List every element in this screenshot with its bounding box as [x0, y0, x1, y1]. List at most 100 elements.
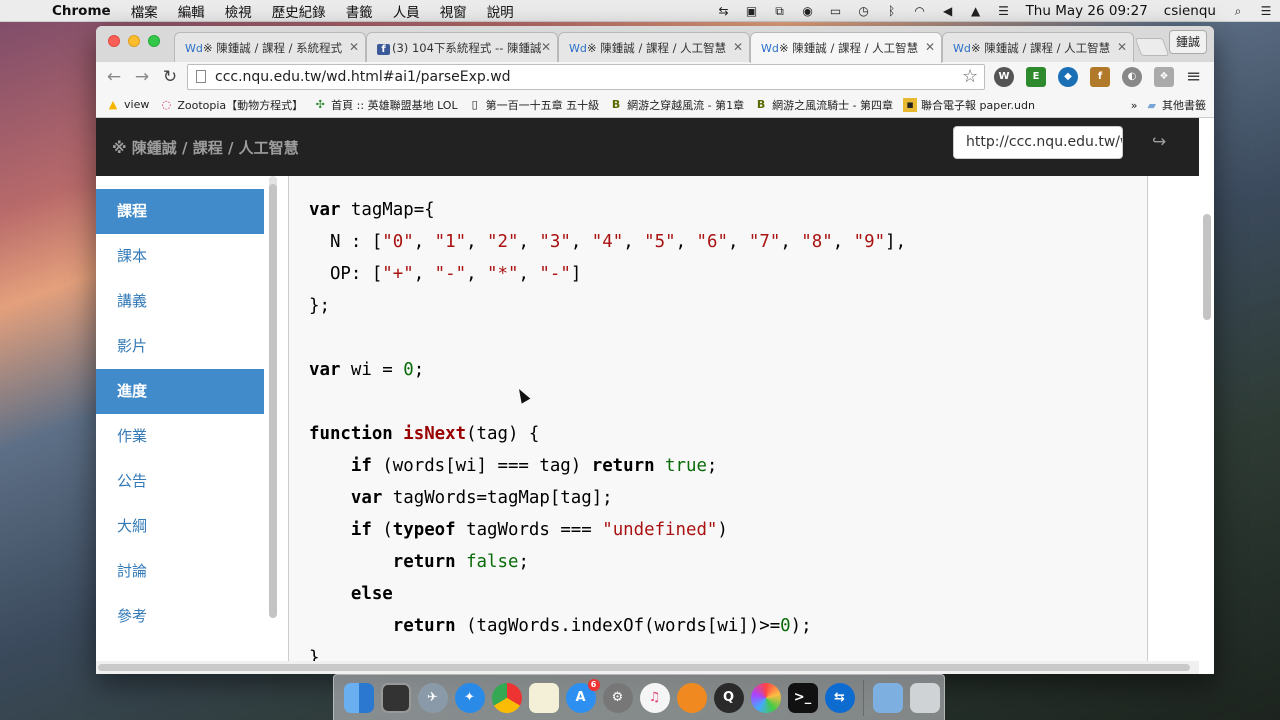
- web-page: ※ 陳鍾誠 / 課程 / 人工智慧 http://ccc.nqu.edu.tw/…: [96, 118, 1214, 674]
- close-tab-icon[interactable]: ✕: [541, 40, 551, 54]
- safari-icon[interactable]: ✦: [454, 682, 485, 713]
- screen-share-icon[interactable]: ⧉: [772, 4, 788, 19]
- sidebar-item-outline[interactable]: 大綱: [96, 504, 264, 549]
- code-line: var tagMap={: [309, 200, 435, 220]
- profile-button[interactable]: 鍾誠: [1169, 30, 1207, 54]
- sidebar-item-textbook[interactable]: 課本: [96, 234, 264, 279]
- sidebar-item-progress[interactable]: 進度: [96, 369, 264, 414]
- other-bookmarks-folder[interactable]: 其他書籤: [1162, 97, 1206, 113]
- bookmark-novel-2[interactable]: B 網游之風流騎士 - 第四章: [754, 97, 893, 113]
- reload-icon[interactable]: ↻: [160, 67, 180, 87]
- airplay-icon[interactable]: ▭: [828, 4, 844, 19]
- chrome-menu-icon[interactable]: ≡: [1186, 66, 1201, 87]
- address-bar[interactable]: ccc.nqu.edu.tw/wd.html#ai1/parseExp.wd: [187, 64, 985, 90]
- trash-icon[interactable]: [909, 682, 940, 713]
- page-horizontal-scrollbar[interactable]: [96, 661, 1199, 674]
- proxy-extension-icon[interactable]: ◐: [1122, 67, 1142, 87]
- tab-ai-1[interactable]: Wd※ 陳鍾誠 / 課程 / 人工智慧 ✕: [558, 32, 750, 62]
- input-flag-icon[interactable]: ☰: [996, 4, 1012, 19]
- sidebar-item-announcements[interactable]: 公告: [96, 459, 264, 504]
- menu-edit[interactable]: 編輯: [168, 1, 215, 21]
- launchpad-icon[interactable]: ✈: [417, 682, 448, 713]
- menu-file[interactable]: 檔案: [121, 1, 168, 21]
- folder-icon[interactable]: [872, 682, 903, 713]
- sidebar-item-discussion[interactable]: 討論: [96, 549, 264, 594]
- edu-extension-icon[interactable]: E: [1026, 67, 1046, 87]
- tab-systems-programming[interactable]: Wd※ 陳鍾誠 / 課程 / 系統程式 ✕: [174, 32, 366, 62]
- tab-ai-3[interactable]: Wd※ 陳鍾誠 / 課程 / 人工智慧 ✕: [942, 32, 1134, 62]
- appstore-icon[interactable]: A6: [565, 678, 600, 713]
- teamviewer-status-icon[interactable]: ⇆: [716, 4, 732, 19]
- page-vertical-scrollbar[interactable]: [1199, 176, 1214, 674]
- bookmarks-more-button[interactable]: »: [1131, 99, 1138, 112]
- zoom-window-button[interactable]: [148, 35, 160, 47]
- tab-facebook[interactable]: f (3) 104下系統程式 -- 陳鍾誠 ✕: [366, 32, 558, 62]
- share-icon[interactable]: ↪: [1152, 132, 1166, 152]
- forward-arrow-icon[interactable]: →: [132, 67, 152, 87]
- site-brand[interactable]: ※ 陳鍾誠 / 課程 / 人工智慧: [112, 137, 299, 158]
- teamviewer-icon[interactable]: ⇆: [824, 682, 855, 713]
- close-tab-icon[interactable]: ✕: [733, 40, 743, 54]
- bookmark-paper[interactable]: ▪ 聯合電子報 paper.udn: [903, 97, 1035, 113]
- close-tab-icon[interactable]: ✕: [349, 40, 359, 54]
- preferences-icon[interactable]: ⚙: [602, 682, 633, 713]
- bluetooth-icon[interactable]: ᛒ: [884, 4, 900, 19]
- notes-icon[interactable]: [528, 682, 559, 713]
- time-machine-icon[interactable]: ◷: [856, 4, 872, 19]
- vpn-extension-icon[interactable]: ◆: [1058, 67, 1078, 87]
- photos-icon[interactable]: [750, 682, 781, 713]
- page-url-field[interactable]: http://ccc.nqu.edu.tw/wd.html#ai1/parseE…: [953, 126, 1123, 159]
- code-block-container: var tagMap={ N : ["0", "1", "2", "3", "4…: [288, 176, 1148, 674]
- dropbox-extension-icon[interactable]: ❖: [1154, 67, 1174, 87]
- sidebar-item-course[interactable]: 課程: [96, 189, 264, 234]
- menubar-user[interactable]: csienqu: [1156, 3, 1224, 19]
- bookmark-zootopia[interactable]: ◌ Zootopia【動物方程式】: [159, 97, 304, 113]
- menu-people[interactable]: 人員: [383, 1, 430, 21]
- page-scroll-thumb[interactable]: [1203, 214, 1211, 320]
- ibooks-icon[interactable]: [676, 682, 707, 713]
- activity-icon[interactable]: [380, 682, 411, 713]
- close-tab-icon[interactable]: ✕: [925, 40, 935, 54]
- menu-view[interactable]: 檢視: [215, 1, 262, 21]
- horizontal-scroll-thumb[interactable]: [98, 664, 1190, 671]
- sidebar-item-references[interactable]: 參考: [96, 594, 264, 639]
- record-icon[interactable]: ◉: [800, 4, 816, 19]
- notification-center-icon[interactable]: ☰: [1258, 4, 1274, 19]
- finder-icon[interactable]: [343, 682, 374, 713]
- quicktime-icon[interactable]: Q: [713, 682, 744, 713]
- sidebar-item-homework[interactable]: 作業: [96, 414, 264, 459]
- volume-icon[interactable]: ◀: [940, 4, 956, 19]
- menu-history[interactable]: 歷史紀錄: [262, 1, 336, 21]
- bookmark-star-icon[interactable]: ☆: [962, 66, 978, 87]
- paper-icon: ▪: [903, 97, 918, 112]
- tab-ai-active[interactable]: Wd※ 陳鍾誠 / 課程 / 人工智慧 ✕: [750, 32, 942, 63]
- menubar-clock[interactable]: Thu May 26 09:27: [1018, 3, 1156, 19]
- bookmark-view[interactable]: ▲ view: [106, 98, 150, 112]
- reader-extension-icon[interactable]: f: [1090, 67, 1110, 87]
- terminal-icon[interactable]: >_: [787, 682, 818, 713]
- wikipedia-extension-icon[interactable]: W: [994, 67, 1014, 87]
- back-arrow-icon[interactable]: ←: [104, 67, 124, 87]
- sidebar-item-lectures[interactable]: 講義: [96, 279, 264, 324]
- sidebar-scroll-thumb[interactable]: [269, 184, 277, 618]
- new-tab-button[interactable]: [1134, 38, 1170, 56]
- sidebar-scrollbar[interactable]: [269, 176, 277, 618]
- sidebar-item-videos[interactable]: 影片: [96, 324, 264, 369]
- menu-window[interactable]: 視窗: [430, 1, 477, 21]
- browser-toolbar: ← → ↻ ccc.nqu.edu.tw/wd.html#ai1/parseEx…: [96, 62, 1214, 92]
- menu-bookmarks[interactable]: 書籤: [336, 1, 383, 21]
- itunes-icon[interactable]: ♫: [639, 682, 670, 713]
- bookmark-novel-1[interactable]: B 網游之穿越風流 - 第1章: [609, 97, 744, 113]
- spotlight-search-icon[interactable]: ⌕: [1230, 4, 1246, 19]
- wifi-icon[interactable]: ◠: [912, 4, 928, 19]
- minimize-window-button[interactable]: [128, 35, 140, 47]
- chrome-icon[interactable]: [491, 682, 522, 713]
- menu-app-name[interactable]: Chrome: [42, 3, 121, 19]
- menu-help[interactable]: 說明: [477, 1, 524, 21]
- messages-status-icon[interactable]: ▣: [744, 4, 760, 19]
- close-window-button[interactable]: [108, 35, 120, 47]
- eject-icon[interactable]: ▲: [968, 4, 984, 19]
- close-tab-icon[interactable]: ✕: [1117, 40, 1127, 54]
- bookmark-chapter[interactable]: ▯ 第一百一十五章 五十級: [468, 97, 600, 113]
- bookmark-lol[interactable]: ✣ 首頁 :: 英雄聯盟基地 LOL: [313, 97, 458, 113]
